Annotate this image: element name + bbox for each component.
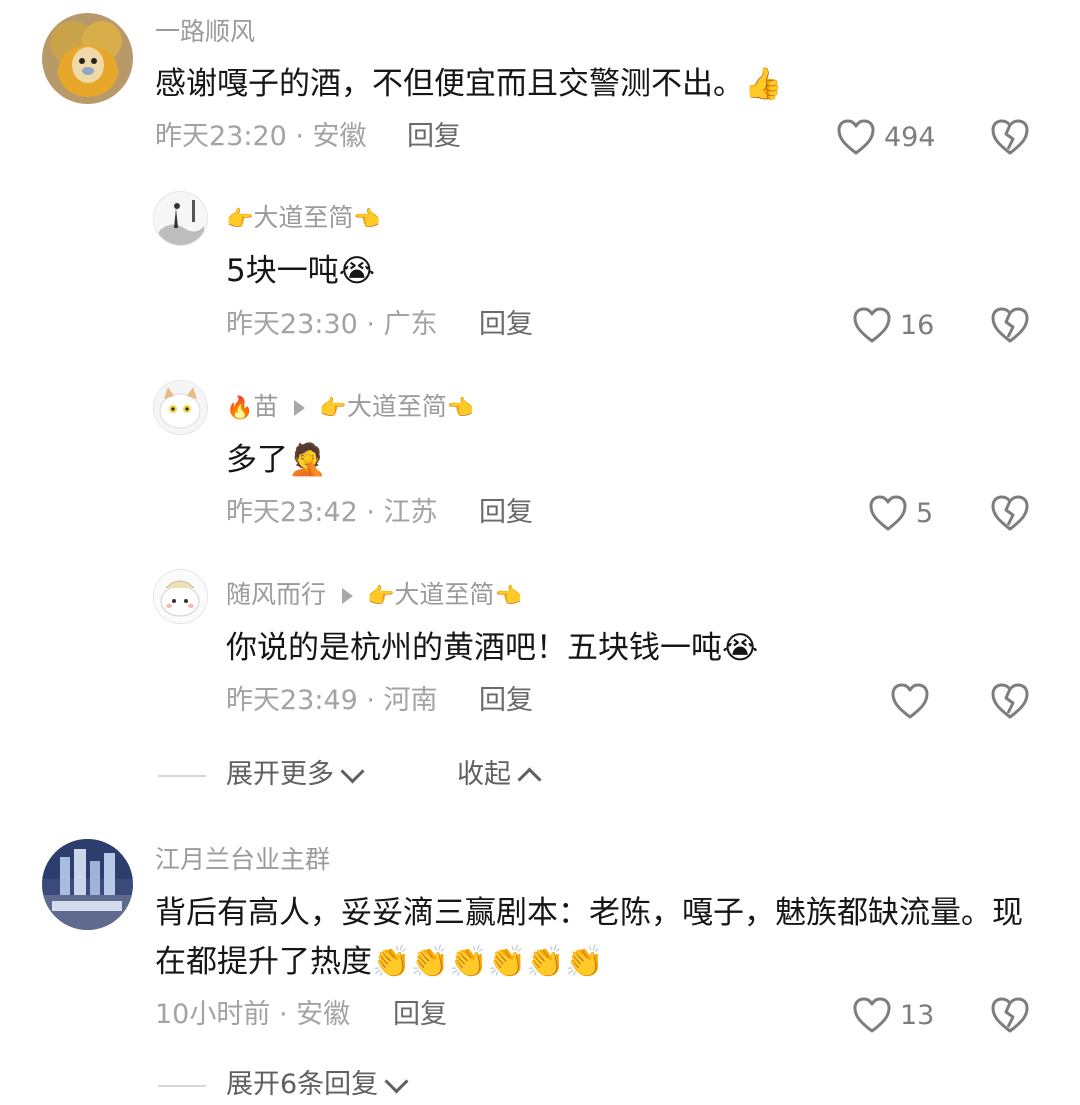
reply-username[interactable]: 👉大道至简👈 <box>226 203 381 235</box>
reply-text: 5块一吨😭 <box>226 249 375 293</box>
comment-text-line-2: 在都提升了热度👏👏👏👏👏👏 <box>155 940 604 984</box>
like-count: 16 <box>900 309 935 341</box>
heart-outline-icon <box>891 683 929 719</box>
avatar[interactable] <box>153 569 208 624</box>
buildings-avatar-image <box>42 839 133 930</box>
avatar[interactable] <box>42 839 133 930</box>
reply-meta: 昨天23:30 · 广东 <box>226 309 438 340</box>
comment-username[interactable]: 一路顺风 <box>155 17 255 47</box>
like-button[interactable]: 13 <box>852 993 934 1037</box>
like-count: 5 <box>916 497 934 529</box>
like-count: 13 <box>900 999 935 1031</box>
reply-meta: 昨天23:49 · 河南 <box>226 685 438 716</box>
clapping-hands-emoji: 👏👏👏👏👏👏 <box>372 944 604 980</box>
pointing-right-emoji: 👉 <box>319 396 347 421</box>
pointing-right-emoji: 👉 <box>367 584 395 609</box>
reply-text: 多了🤦 <box>226 438 327 482</box>
ink-painting-avatar-image <box>154 192 207 245</box>
reply-meta: 昨天23:42 · 江苏 <box>226 497 438 528</box>
broken-heart-outline-icon <box>991 119 1029 155</box>
divider-line <box>158 1085 206 1087</box>
pointing-right-emoji: 👉 <box>226 207 254 232</box>
heart-outline-icon <box>853 307 891 343</box>
dislike-button[interactable] <box>990 117 1030 157</box>
comment-text-line-1: 背后有高人，妥妥滴三赢剧本：老陈，嘎子，魅族都缺流量。现 <box>155 895 1023 931</box>
pointing-left-emoji: 👈 <box>446 396 475 421</box>
avatar[interactable] <box>153 191 208 246</box>
reply-username[interactable]: 随风而行 👉大道至简👈 <box>226 580 522 612</box>
chevron-up-icon <box>517 766 542 792</box>
comment-meta: 10小时前 · 安徽 <box>155 999 351 1030</box>
crying-emoji: 😭 <box>722 630 759 666</box>
reply-button[interactable]: 回复 <box>479 496 533 530</box>
like-button[interactable] <box>890 679 938 723</box>
facepalm-emoji: 🤦 <box>288 442 327 478</box>
reply-text: 你说的是杭州的黄酒吧！五块钱一吨😭 <box>226 626 758 670</box>
triangle-right-icon <box>342 588 354 604</box>
like-count: 494 <box>884 121 936 153</box>
avatar[interactable] <box>42 13 133 104</box>
dislike-button[interactable] <box>990 995 1030 1035</box>
heart-outline-icon <box>869 495 907 531</box>
chevron-down-icon <box>340 758 365 784</box>
reply-to-username: 大道至简 <box>394 580 495 609</box>
dislike-button[interactable] <box>990 493 1030 533</box>
dislike-button[interactable] <box>990 681 1030 721</box>
dislike-button[interactable] <box>990 305 1030 345</box>
comment-text: 感谢嘎子的酒，不但便宜而且交警测不出。👍 <box>155 62 783 106</box>
crying-emoji: 😭 <box>338 253 375 289</box>
reply-button[interactable]: 回复 <box>407 120 461 154</box>
heart-outline-icon <box>853 997 891 1033</box>
broken-heart-outline-icon <box>991 997 1029 1033</box>
reply-username[interactable]: 🔥苗 👉大道至简👈 <box>226 392 474 424</box>
broken-heart-outline-icon <box>991 683 1029 719</box>
pointing-left-emoji: 👈 <box>494 584 522 609</box>
heart-outline-icon <box>837 119 875 155</box>
golden-monkey-avatar-image <box>42 13 133 104</box>
like-button[interactable]: 494 <box>836 115 936 159</box>
broken-heart-outline-icon <box>991 307 1029 343</box>
expand-replies-button[interactable]: 展开6条回复 <box>226 1068 409 1102</box>
collapse-button[interactable]: 收起 <box>457 758 542 792</box>
triangle-right-icon <box>294 400 306 416</box>
reply-button[interactable]: 回复 <box>393 998 447 1032</box>
reply-button[interactable]: 回复 <box>479 684 533 718</box>
fire-emoji: 🔥 <box>226 396 254 421</box>
pointing-left-emoji: 👈 <box>353 207 381 232</box>
reply-button[interactable]: 回复 <box>479 308 533 342</box>
like-button[interactable]: 5 <box>868 491 933 535</box>
divider-line <box>158 775 206 777</box>
chevron-down-icon <box>384 1068 409 1094</box>
thumbs-up-emoji: 👍 <box>744 66 783 102</box>
avatar[interactable] <box>153 380 208 435</box>
expand-more-button[interactable]: 展开更多 <box>226 758 365 792</box>
cartoon-bun-avatar-image <box>154 570 207 623</box>
comment-meta: 昨天23:20 · 安徽 <box>155 121 367 152</box>
reply-to-username: 大道至简 <box>346 392 447 421</box>
like-button[interactable]: 16 <box>852 303 934 347</box>
comment-username[interactable]: 江月兰台业主群 <box>155 845 330 875</box>
broken-heart-outline-icon <box>991 495 1029 531</box>
cat-avatar-image <box>154 381 207 434</box>
